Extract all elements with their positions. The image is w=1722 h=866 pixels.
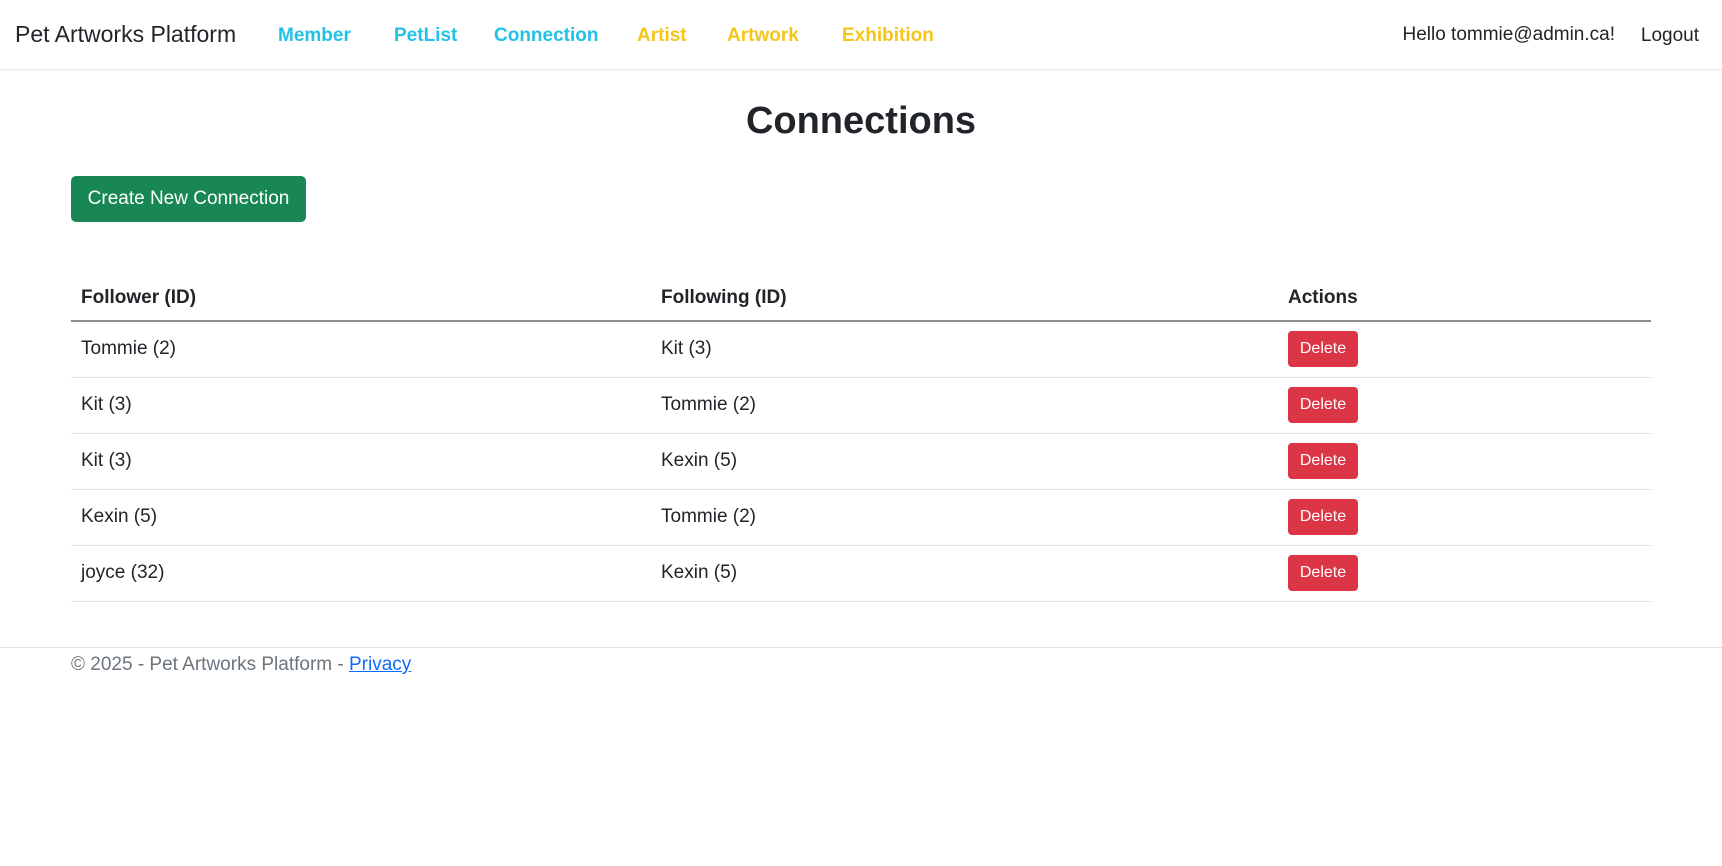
nav-member-link[interactable]: Member [278, 25, 351, 47]
brand-link[interactable]: Pet Artworks Platform [15, 21, 236, 48]
table-row: Kit (3) Tommie (2) Delete [71, 377, 1651, 434]
user-greeting[interactable]: Hello tommie@admin.ca! [1402, 24, 1615, 46]
table-row: Tommie (2) Kit (3) Delete [71, 321, 1651, 378]
logout-link[interactable]: Logout [1641, 25, 1699, 47]
header-following: Following (ID) [651, 275, 1278, 322]
follower-cell: Kit (3) [71, 433, 651, 490]
table-header-row: Follower (ID) Following (ID) Actions [71, 275, 1651, 322]
delete-button[interactable]: Delete [1288, 443, 1358, 479]
nav-artist-link[interactable]: Artist [637, 25, 687, 47]
actions-cell: Delete [1278, 545, 1651, 602]
footer: © 2025 - Pet Artworks Platform - Privacy [71, 654, 411, 676]
actions-cell: Delete [1278, 433, 1651, 490]
delete-button[interactable]: Delete [1288, 499, 1358, 535]
nav-artwork-link[interactable]: Artwork [727, 25, 799, 47]
footer-divider [0, 647, 1722, 648]
following-cell: Kit (3) [651, 321, 1278, 378]
header-follower: Follower (ID) [71, 275, 651, 322]
actions-cell: Delete [1278, 321, 1651, 378]
following-cell: Kexin (5) [651, 433, 1278, 490]
page-title: Connections [745, 100, 977, 142]
table-row: Kit (3) Kexin (5) Delete [71, 433, 1651, 490]
follower-cell: joyce (32) [71, 545, 651, 602]
follower-cell: Kexin (5) [71, 489, 651, 546]
delete-button[interactable]: Delete [1288, 387, 1358, 423]
nav-petlist-link[interactable]: PetList [394, 25, 457, 47]
nav-connection-link[interactable]: Connection [494, 25, 599, 47]
actions-cell: Delete [1278, 489, 1651, 546]
delete-button[interactable]: Delete [1288, 331, 1358, 368]
footer-text: © 2025 - Pet Artworks Platform - [71, 654, 349, 675]
delete-button[interactable]: Delete [1288, 555, 1358, 591]
following-cell: Tommie (2) [651, 377, 1278, 434]
following-cell: Tommie (2) [651, 489, 1278, 546]
connections-table: Follower (ID) Following (ID) Actions Tom… [71, 275, 1651, 602]
top-navbar: Pet Artworks Platform Member PetList Con… [0, 0, 1722, 70]
nav-exhibition-link[interactable]: Exhibition [842, 25, 934, 47]
following-cell: Kexin (5) [651, 545, 1278, 602]
table-row: Kexin (5) Tommie (2) Delete [71, 489, 1651, 546]
follower-cell: Tommie (2) [71, 321, 651, 378]
table-row: joyce (32) Kexin (5) Delete [71, 545, 1651, 602]
actions-cell: Delete [1278, 377, 1651, 434]
follower-cell: Kit (3) [71, 377, 651, 434]
privacy-link[interactable]: Privacy [349, 654, 411, 675]
create-connection-button[interactable]: Create New Connection [71, 176, 306, 222]
header-actions: Actions [1278, 275, 1651, 322]
